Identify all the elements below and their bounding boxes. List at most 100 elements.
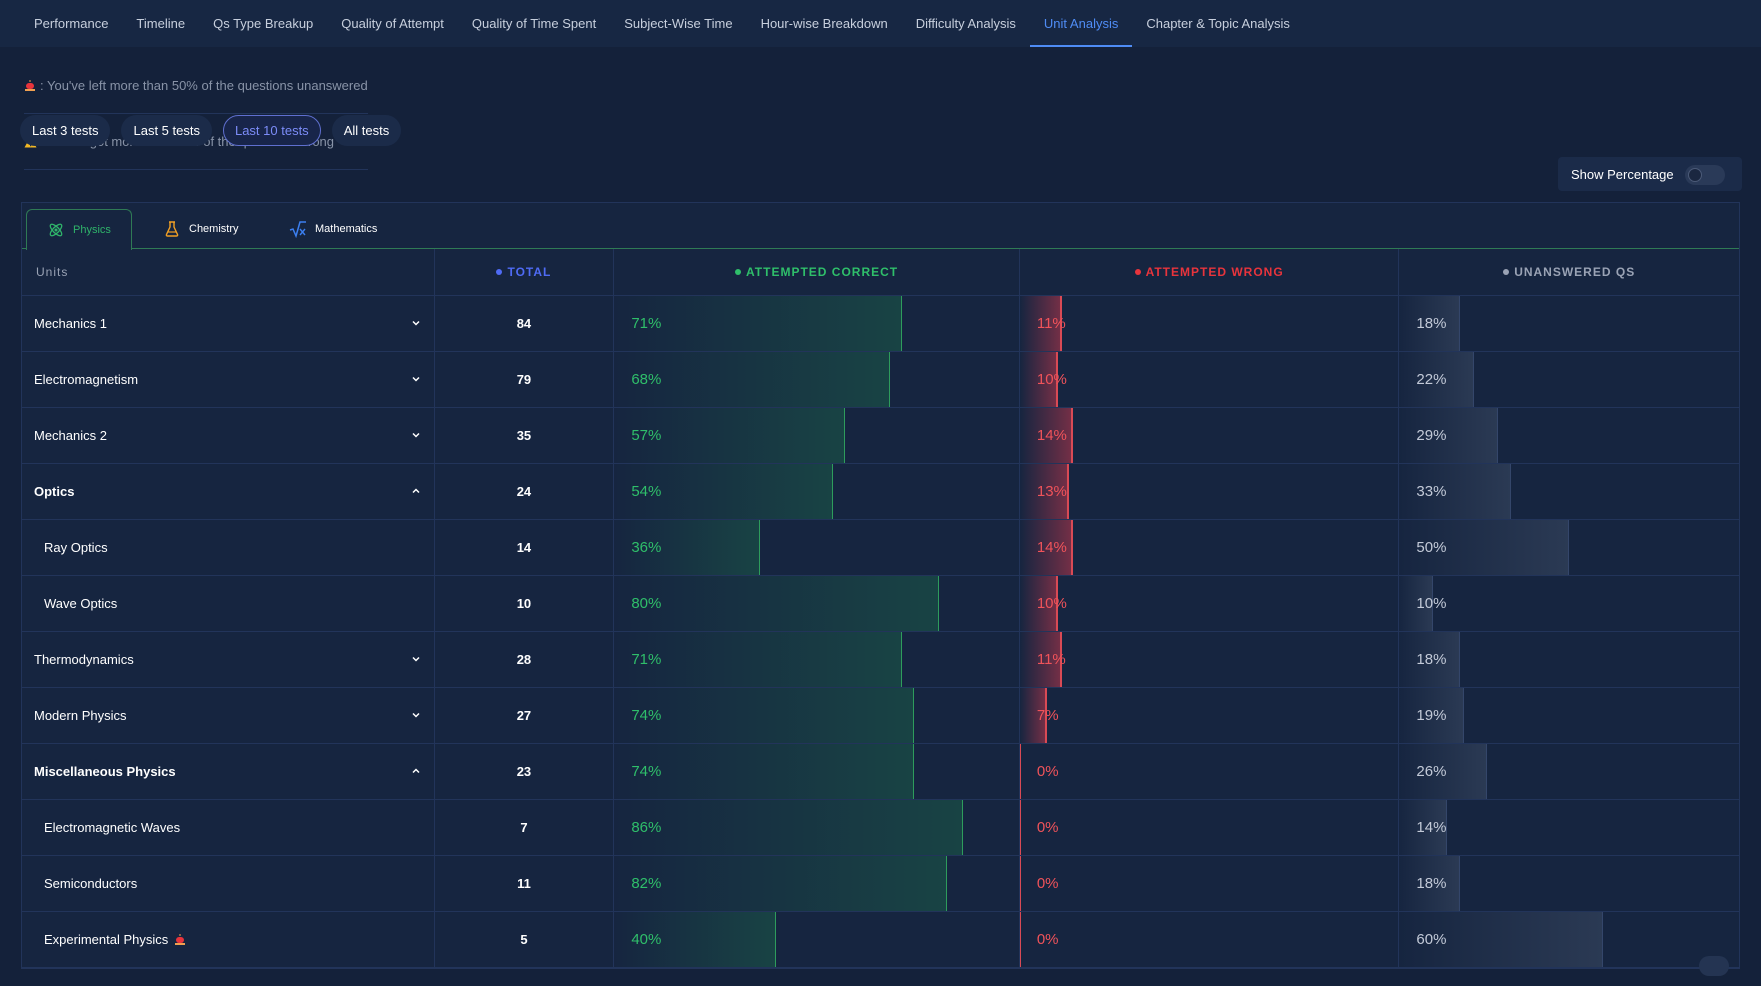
unanswered-value: 18% bbox=[1416, 315, 1447, 332]
total-value: 35 bbox=[516, 428, 532, 443]
unanswered-value: 50% bbox=[1416, 539, 1447, 556]
table-row[interactable]: Miscellaneous Physics 23 74% 0% 26% bbox=[22, 744, 1739, 800]
chevron-down-icon[interactable] bbox=[410, 373, 422, 385]
scroll-top-button[interactable] bbox=[1699, 956, 1729, 976]
tab-difficulty-analysis[interactable]: Difficulty Analysis bbox=[902, 0, 1030, 47]
filter-last-10-tests[interactable]: Last 10 tests bbox=[222, 115, 321, 146]
tab-unit-analysis[interactable]: Unit Analysis bbox=[1029, 0, 1133, 47]
header-correct: ATTEMPTED CORRECT bbox=[614, 249, 1020, 295]
correct-dot bbox=[735, 269, 742, 275]
unanswered-dot bbox=[1503, 269, 1510, 275]
header-wrong: ATTEMPTED WRONG bbox=[1020, 249, 1400, 295]
header-total-label: TOTAL bbox=[507, 265, 552, 279]
unanswered-value: 19% bbox=[1416, 707, 1447, 724]
legend: : You've left more than 50% of the quest… bbox=[24, 58, 368, 170]
table-row[interactable]: Mechanics 2 35 57% 14% 29% bbox=[22, 408, 1739, 464]
tab-mathematics-label: Mathematics bbox=[315, 223, 378, 235]
tab-quality-of-time-spent[interactable]: Quality of Time Spent bbox=[458, 0, 610, 47]
show-percentage-toggle[interactable] bbox=[1685, 165, 1725, 185]
wrong-cell: 10% bbox=[1019, 576, 1400, 631]
correct-value: 82% bbox=[631, 875, 662, 892]
unanswered-cell: 22% bbox=[1399, 352, 1739, 407]
correct-value: 57% bbox=[631, 427, 662, 444]
correct-value: 54% bbox=[631, 483, 662, 500]
wrong-cell: 10% bbox=[1019, 352, 1400, 407]
toggle-knob bbox=[1688, 168, 1702, 182]
correct-cell: 82% bbox=[614, 856, 1020, 911]
unit-cell: Experimental Physics bbox=[22, 912, 435, 967]
tab-chemistry[interactable]: Chemistry bbox=[143, 209, 259, 249]
correct-value: 68% bbox=[631, 371, 662, 388]
tab-hour-wise-breakdown[interactable]: Hour-wise Breakdown bbox=[747, 0, 902, 47]
tab-chapter-and-topic-analysis[interactable]: Chapter & Topic Analysis bbox=[1132, 0, 1304, 47]
tab-performance[interactable]: Performance bbox=[20, 0, 122, 47]
total-cell: 27 bbox=[435, 688, 615, 743]
chevron-down-icon[interactable] bbox=[410, 317, 422, 329]
chevron-down-icon[interactable] bbox=[410, 653, 422, 665]
unit-analysis-panel: Physics Chemistry Mathematics Units TOTA… bbox=[21, 202, 1740, 976]
tab-qs-type-breakup[interactable]: Qs Type Breakup bbox=[199, 0, 327, 47]
table-row[interactable]: Optics 24 54% 13% 33% bbox=[22, 464, 1739, 520]
tab-mathematics[interactable]: Mathematics bbox=[269, 209, 397, 249]
unit-name: Thermodynamics bbox=[34, 652, 134, 667]
tab-subject-wise-time[interactable]: Subject-Wise Time bbox=[610, 0, 746, 47]
wrong-cell: 13% bbox=[1019, 464, 1400, 519]
correct-cell: 54% bbox=[614, 464, 1020, 519]
total-value: 10 bbox=[516, 596, 532, 611]
wrong-value: 0% bbox=[1036, 763, 1059, 780]
unit-cell: Electromagnetic Waves bbox=[22, 800, 435, 855]
legend-unanswered: : You've left more than 50% of the quest… bbox=[24, 58, 368, 114]
wrong-value: 0% bbox=[1036, 819, 1059, 836]
filter-all-tests[interactable]: All tests bbox=[331, 115, 402, 146]
correct-bar bbox=[614, 856, 948, 911]
tab-quality-of-attempt[interactable]: Quality of Attempt bbox=[327, 0, 458, 47]
unanswered-cell: 19% bbox=[1399, 688, 1739, 743]
sqrt-icon bbox=[289, 221, 306, 238]
filter-last-5-tests[interactable]: Last 5 tests bbox=[121, 115, 212, 146]
table-row[interactable]: Electromagnetism 79 68% 10% 22% bbox=[22, 352, 1739, 408]
chevron-down-icon[interactable] bbox=[410, 429, 422, 441]
test-range-filters: Last 3 tests Last 5 tests Last 10 tests All… bbox=[20, 115, 402, 146]
tab-physics[interactable]: Physics bbox=[26, 209, 132, 250]
unit-cell: Mechanics 2 bbox=[22, 408, 435, 463]
unit-name: Mechanics 2 bbox=[34, 428, 107, 443]
unanswered-cell: 29% bbox=[1399, 408, 1739, 463]
table-row: Ray Optics 14 36% 14% 50% bbox=[22, 520, 1739, 576]
total-cell: 14 bbox=[435, 520, 615, 575]
wrong-cell: 0% bbox=[1019, 912, 1400, 967]
unanswered-value: 18% bbox=[1416, 875, 1447, 892]
total-value: 5 bbox=[520, 932, 528, 947]
unanswered-cell: 33% bbox=[1399, 464, 1739, 519]
table-row[interactable]: Modern Physics 27 74% 7% 19% bbox=[22, 688, 1739, 744]
legend-unanswered-text: : You've left more than 50% of the quest… bbox=[40, 78, 368, 93]
table-row: Electromagnetic Waves 7 86% 0% 14% bbox=[22, 800, 1739, 856]
table-row[interactable]: Thermodynamics 28 71% 11% 18% bbox=[22, 632, 1739, 688]
flask-icon bbox=[165, 221, 179, 237]
unit-cell: Electromagnetism bbox=[22, 352, 435, 407]
tab-timeline[interactable]: Timeline bbox=[122, 0, 199, 47]
correct-cell: 71% bbox=[614, 632, 1020, 687]
chevron-up-icon[interactable] bbox=[410, 765, 422, 777]
unanswered-value: 60% bbox=[1416, 931, 1447, 948]
chevron-down-icon[interactable] bbox=[410, 709, 422, 721]
total-cell: 84 bbox=[435, 296, 615, 351]
chevron-up-icon[interactable] bbox=[410, 485, 422, 497]
correct-cell: 40% bbox=[614, 912, 1020, 967]
correct-bar bbox=[614, 576, 940, 631]
total-cell: 79 bbox=[435, 352, 615, 407]
correct-value: 40% bbox=[631, 931, 662, 948]
table-row[interactable]: Mechanics 1 84 71% 11% 18% bbox=[22, 296, 1739, 352]
unanswered-value: 14% bbox=[1416, 819, 1447, 836]
correct-bar bbox=[614, 800, 964, 855]
correct-cell: 74% bbox=[614, 688, 1020, 743]
wrong-value: 0% bbox=[1036, 931, 1059, 948]
unit-cell: Wave Optics bbox=[22, 576, 435, 631]
correct-cell: 86% bbox=[614, 800, 1020, 855]
unanswered-cell: 50% bbox=[1399, 520, 1739, 575]
unit-cell: Ray Optics bbox=[22, 520, 435, 575]
wrong-cell: 7% bbox=[1019, 688, 1400, 743]
unanswered-value: 18% bbox=[1416, 651, 1447, 668]
total-value: 84 bbox=[516, 316, 532, 331]
filter-last-3-tests[interactable]: Last 3 tests bbox=[20, 115, 111, 146]
total-value: 23 bbox=[516, 764, 532, 779]
